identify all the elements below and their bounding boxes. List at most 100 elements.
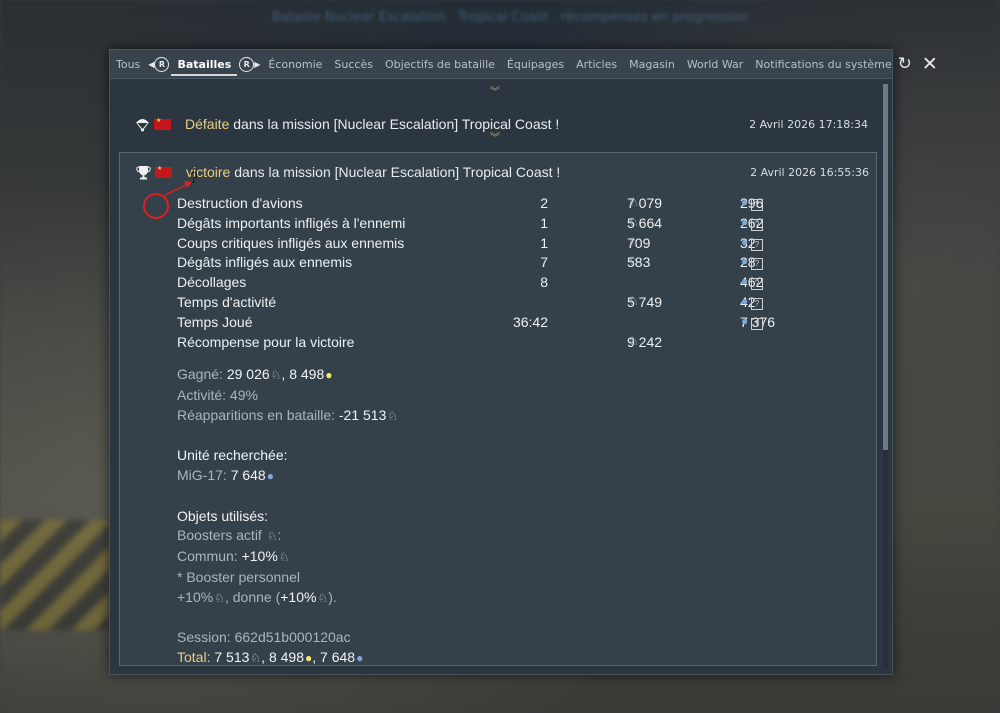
stat-label: Coups critiques infligés aux ennemis [177,234,405,251]
research-bulb-icon: ● [741,195,749,209]
stat-count: 2 [540,195,548,211]
ussr-flag-icon [155,165,172,178]
scrollbar[interactable] [883,84,888,668]
battle-log-window: Tous ◀ R Batailles R ▶ Économie Succès O… [109,49,938,675]
research-bulb-icon: ● [741,214,749,229]
stat-label: Destruction d'avions [177,195,303,211]
entry-victory[interactable]: victoire dans la mission [Nuclear Escala… [135,160,869,184]
tab-bar: Tous ◀ R Batailles R ▶ Économie Succès O… [110,50,938,79]
silver-lion-icon: ♘ [628,234,639,249]
activity-line: Activité: 49% [177,386,258,403]
tab-world-war[interactable]: World War [681,58,749,71]
silver-lion-icon: ♘ [628,214,639,229]
tab-magasin[interactable]: Magasin [623,58,681,71]
common-booster-line: Commun: +10%♘ [177,548,290,565]
silver-lion-icon: ♘ [270,368,282,382]
silver-lion-icon: ♘ [628,254,639,269]
tab-economie[interactable]: Économie [262,58,328,71]
stat-row: Coups critiques infligés aux ennemis 1 7… [177,235,777,255]
tab-prev-button[interactable]: ◀ R [148,56,170,72]
reward-details: Gagné: 29 026♘, 8 498● Activité: 49% Réa… [177,365,398,669]
help-icon[interactable]: ? [751,258,763,271]
stat-label: Temps Joué [177,313,253,330]
stat-count: 1 [540,214,548,231]
research-heading: Unité recherchée: [177,447,288,464]
personal-booster-line: +10%♘, donne (+10%♘). [177,588,337,605]
annotation-question-mark: ? [190,169,199,187]
silver-lion-icon: ♘ [250,651,262,666]
stat-count: 36:42 [512,313,548,330]
r-badge-icon: R [154,56,170,72]
total-line: Total: 7 513♘, 8 498●, 7 648● [177,649,364,666]
stat-row: Destruction d'avions 2 7 079 ♘ 296 ● ? [177,195,764,211]
help-icon[interactable]: ? [751,218,763,231]
scrollbar-thumb[interactable] [883,84,888,450]
stat-label: Dégâts importants infligés à l'ennemi [177,214,406,231]
help-icon[interactable]: ? [751,238,763,251]
entry-status: Défaite [185,116,230,132]
entry-date: 2 Avril 2026 17:18:34 [749,117,868,131]
silver-lion-icon: ♘ [628,195,639,209]
silver-lion-icon: ♘ [278,550,290,565]
research-bulb-icon: ● [741,293,749,308]
tab-objectifs[interactable]: Objectifs de bataille [379,58,501,71]
entry-date: 2 Avril 2026 16:55:36 [750,165,869,179]
expand-chevron-icon[interactable]: ︾ [490,88,500,98]
personal-booster-heading: * Booster personnel [177,568,300,585]
entry-defeat[interactable]: Défaite dans la mission [Nuclear Escalat… [134,112,868,136]
stat-row: Temps Joué 36:42 7 376 ● ? [177,313,776,330]
tab-articles[interactable]: Articles [570,58,623,71]
help-icon[interactable]: ? [751,199,763,211]
boosters-line: Boosters actif ♘: [177,527,282,544]
earned-line: Gagné: 29 026♘, 8 498● [177,366,333,382]
window-actions: ↻ ✕ [898,54,946,74]
silver-lion-icon: ♘ [214,590,225,605]
tab-succes[interactable]: Succès [328,58,379,71]
respawn-line: Réapparitions en bataille: -21 513♘ [177,406,399,423]
ussr-flag-icon [154,117,171,130]
tab-equipages[interactable]: Équipages [501,58,570,71]
tab-batailles[interactable]: Batailles [171,58,238,76]
stats-table: Destruction d'avions 2 7 079 ♘ 296 ● ? Dég… [177,195,777,353]
session-id: Session: 662d51b000120ac [177,629,351,646]
research-bulb-icon: ● [356,651,364,666]
silver-lion-icon: ♘ [387,408,399,423]
stat-row: Décollages 8 462 ● ? [177,274,764,291]
chevron-right-icon: ▶ [254,59,261,69]
help-icon[interactable]: ? [751,278,763,291]
stat-label: Temps d'activité [177,293,277,310]
stat-row: Récompense pour la victoire 9 242 ♘ [177,333,663,350]
stat-row: Dégâts importants infligés à l'ennemi 1 … [177,214,764,231]
research-line: MiG-17: 7 648● [177,466,274,483]
free-rp-bulb-icon: ● [325,368,333,382]
background-hazard-stripes [0,520,110,630]
entry-text: dans la mission [Nuclear Escalation] Tro… [229,116,560,132]
tab-tous[interactable]: Tous [110,58,146,71]
close-icon[interactable]: ✕ [922,54,938,74]
trophy-icon [135,164,151,180]
tab-notifications[interactable]: Notifications du système [749,58,897,71]
research-bulb-icon: ● [741,234,749,249]
collapse-chevron-icon[interactable]: ︾ [490,134,500,144]
r-badge-icon: R [239,56,255,72]
silver-lion-icon: ♘ [628,333,639,348]
stat-label: Récompense pour la victoire [177,333,355,350]
silver-lion-icon: ♘ [266,529,278,544]
entry-text: dans la mission [Nuclear Escalation] Tro… [230,164,561,180]
research-bulb-icon: ● [741,274,749,289]
stat-label: Dégâts infligés aux ennemis [177,254,353,271]
tab-next-button[interactable]: R ▶ [239,56,261,72]
silver-lion-icon: ♘ [628,293,639,308]
refresh-icon[interactable]: ↻ [898,55,912,73]
stat-row: Dégâts infligés aux ennemis 7 583 ♘ 28 ● ? [177,254,777,274]
items-heading: Objets utilisés: [177,507,269,524]
stat-count: 8 [540,274,548,291]
help-icon[interactable]: ? [751,317,763,330]
silver-lion-icon: ♘ [317,590,329,605]
stat-label: Décollages [177,274,247,291]
research-bulb-icon: ● [266,468,274,483]
stat-count: 1 [540,234,548,251]
entry-victory-card: victoire dans la mission [Nuclear Escala… [119,152,877,666]
help-icon[interactable]: ? [751,297,763,310]
research-bulb-icon: ● [741,254,749,269]
